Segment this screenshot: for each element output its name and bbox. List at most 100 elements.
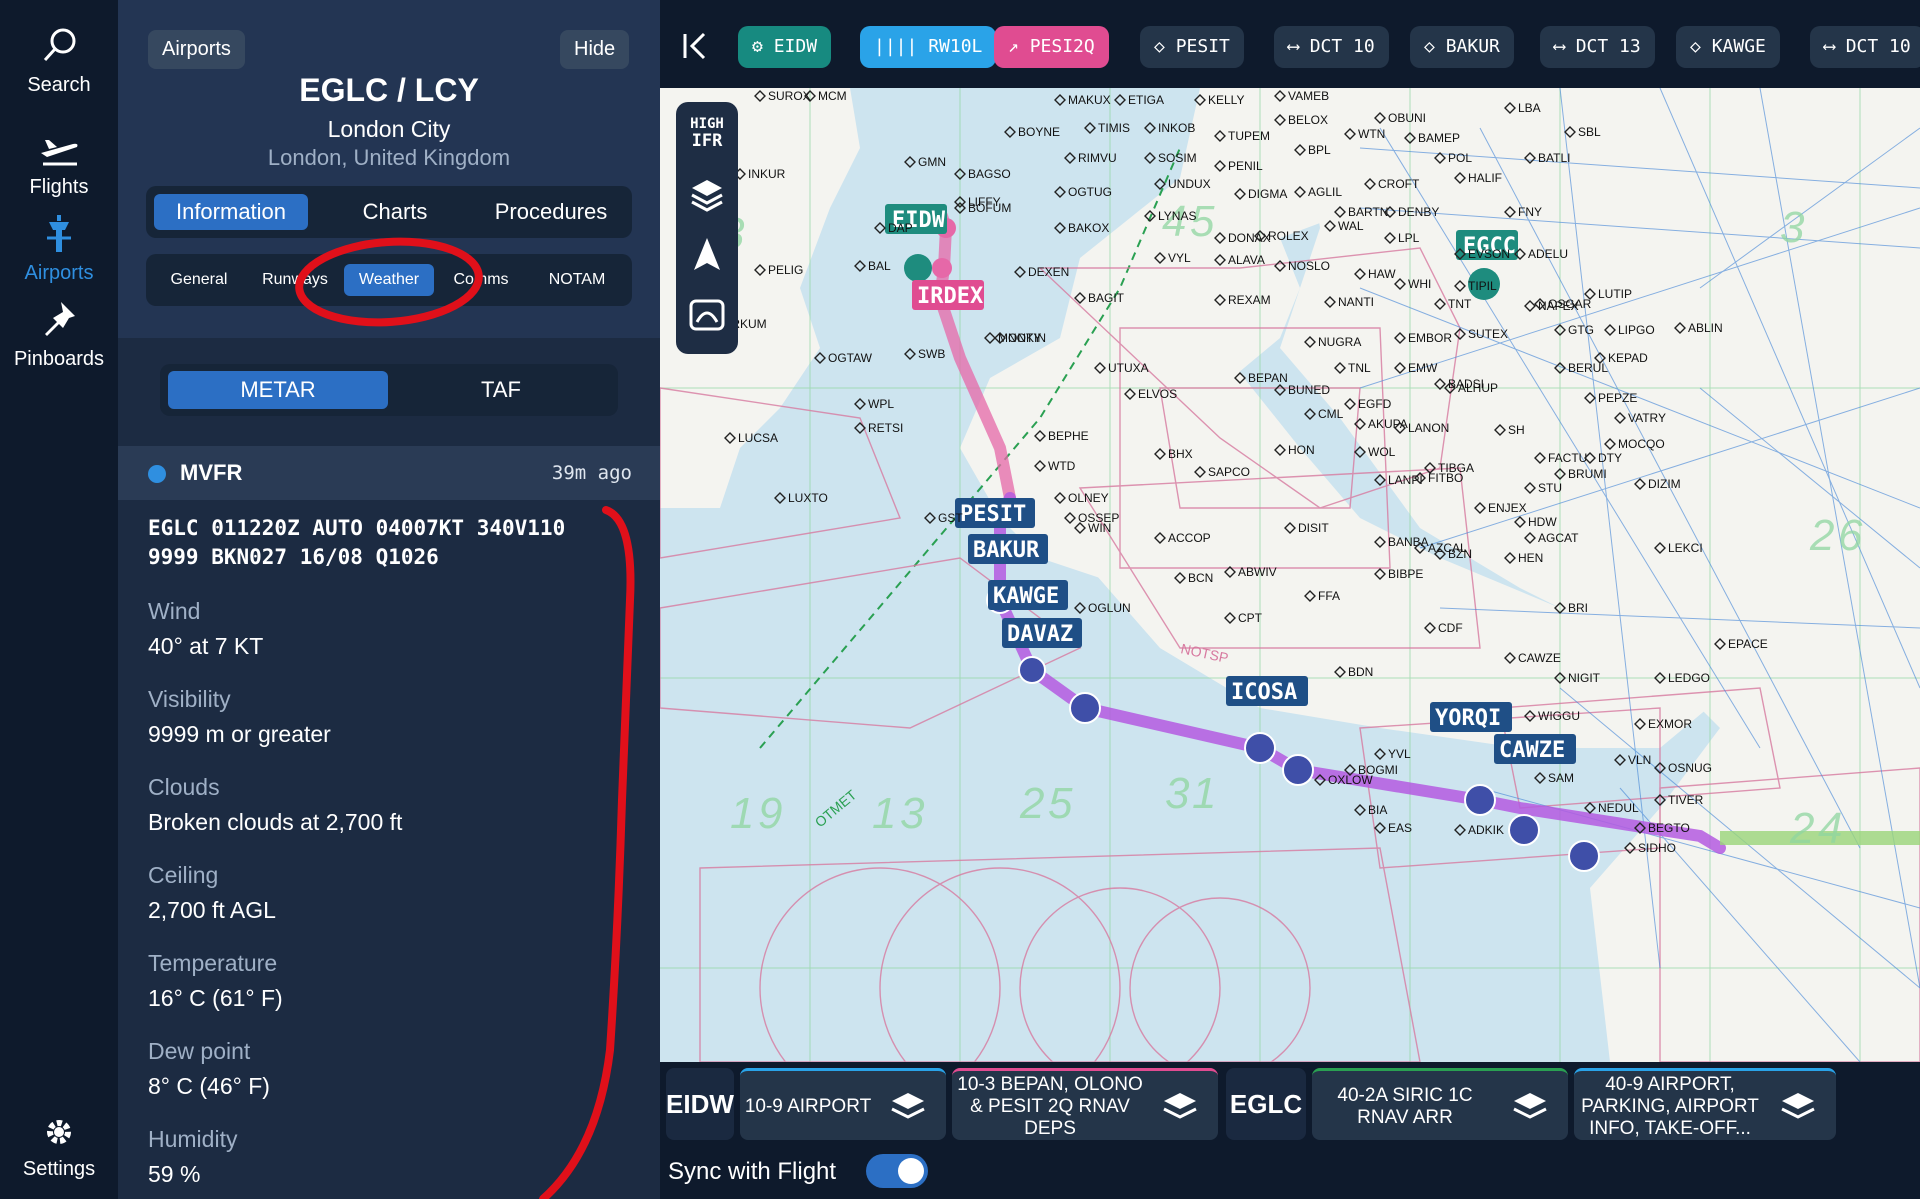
sector-number: 1 (872, 789, 896, 838)
waypoint-label: CPT (1238, 611, 1263, 625)
waypoint-label: BAGSO (968, 167, 1011, 181)
nav-settings-label: Settings (22, 1158, 96, 1180)
waypoint-label: HAW (1368, 267, 1396, 281)
control-tower-icon (47, 215, 71, 252)
nav-flights[interactable]: Flights (0, 126, 118, 199)
waypoint-label: WIGGU (1538, 709, 1580, 723)
direct-icon: ⟷ (1288, 36, 1310, 57)
svg-text:KAWGE: KAWGE (993, 584, 1059, 609)
waypoint-label: BIBPE (1388, 567, 1423, 581)
chart-star[interactable]: 40-2A SIRIC 1C RNAV ARR (1312, 1068, 1568, 1140)
waypoint-label: SWB (918, 347, 945, 361)
waypoint-label: TIVER (1668, 793, 1704, 807)
airport-gear-icon: ⚙ (752, 36, 774, 57)
waypoint-label: YVL (1388, 747, 1411, 761)
waypoint-label: BRI (1568, 601, 1588, 615)
chart-airport-diagram-dep[interactable]: 10-9 AIRPORT (740, 1068, 946, 1140)
sector-number: 6 (1838, 511, 1863, 560)
route-chip-bakur[interactable]: ◇ BAKUR (1410, 26, 1514, 68)
waypoint-label: STU (1538, 481, 1562, 495)
chart-airport-diagram-arr[interactable]: 40-9 AIRPORT, PARKING, AIRPORT INFO, TAK… (1574, 1068, 1836, 1140)
route-label-pesit: PESIT (955, 498, 1035, 528)
waypoint-label: CAWZE (1518, 651, 1561, 665)
route-chip-sid[interactable]: ↗ PESI2Q (994, 26, 1109, 68)
nav-rail: Search Flights Airports Pinboards Settin… (0, 0, 118, 1199)
route-chip-dct-2[interactable]: ⟷ DCT 13 (1540, 26, 1655, 68)
waypoint-label: NOKIN (1008, 331, 1046, 345)
waypoint-label: WOL (1368, 445, 1396, 459)
nav-airports[interactable]: Airports (0, 212, 118, 285)
route-chip-dct-3[interactable]: ⟷ DCT 10 (1810, 26, 1920, 68)
waypoint-label: BOYNE (1018, 125, 1060, 139)
waypoint-label: BOGMI (1358, 763, 1398, 777)
chart-drawing: EIDW EGCC IRDEX PESIT BAKUR KAWGE DAVAZ … (660, 88, 1920, 1062)
waypoint-label: ABLIN (1688, 321, 1723, 335)
waypoint-label: SH (1508, 423, 1525, 437)
waypoint-label: AGLIL (1308, 185, 1342, 199)
svg-text:BAKUR: BAKUR (973, 538, 1040, 563)
route-fix (1282, 754, 1314, 786)
waypoint-label: ADKIK (1468, 823, 1504, 837)
waypoint-label: FITBO (1428, 471, 1463, 485)
route-bar: ⚙ EIDW |||| RW10L ↗ PESI2Q ◇ PESIT ⟷ DCT… (660, 0, 1920, 88)
waypoint-label: BELOX (1288, 113, 1328, 127)
waypoint-label: MCM (818, 89, 847, 103)
waypoint-label: SAM (1548, 771, 1574, 785)
layers-button[interactable] (682, 170, 732, 220)
annotation-overlay (295, 237, 635, 1199)
collapse-panel-icon[interactable] (680, 30, 712, 62)
waypoint-label: TNL (1348, 361, 1371, 375)
runway-icon: |||| (874, 36, 929, 57)
waypoint-label: NIGIT (1568, 671, 1601, 685)
sync-with-flight-toggle[interactable] (866, 1154, 928, 1188)
chart-stack-icon (1781, 1093, 1815, 1119)
waypoint-label: SAPCO (1208, 465, 1250, 479)
enroute-chart[interactable]: EIDW EGCC IRDEX PESIT BAKUR KAWGE DAVAZ … (660, 88, 1920, 1062)
north-up-button[interactable] (682, 230, 732, 280)
nav-settings[interactable]: Settings (0, 1112, 118, 1181)
route-chip-kawge[interactable]: ◇ KAWGE (1676, 26, 1780, 68)
waypoint-label: POL (1448, 151, 1472, 165)
sector-number: 5 (1048, 779, 1073, 828)
waypoint-label: LUCSA (738, 431, 778, 445)
chart-stack-icon (1513, 1093, 1547, 1119)
route-chip-eidw[interactable]: ⚙ EIDW (738, 26, 832, 68)
route-chip-pesit[interactable]: ◇ PESIT (1140, 26, 1244, 68)
waypoint-icon: ◇ (1154, 36, 1176, 57)
waypoint-label: INKOB (1158, 121, 1195, 135)
route-fix (1508, 814, 1540, 846)
waypoint-label: AKUPA (1368, 417, 1408, 431)
route-chip-runway[interactable]: |||| RW10L (860, 26, 997, 68)
route-fix (1568, 840, 1600, 872)
waypoint-label: DENBY (1398, 205, 1439, 219)
map-tools: HIGH IFR (676, 102, 738, 354)
waypoint-label: ELVOS (1138, 387, 1177, 401)
waypoint-label: FNY (1518, 205, 1542, 219)
track-button[interactable] (682, 290, 732, 340)
waypoint-label: LUTIP (1598, 287, 1632, 301)
navigation-arrow-icon (694, 238, 720, 270)
svg-text:YORQI: YORQI (1435, 706, 1501, 731)
waypoint-label: EVSON (1468, 247, 1510, 261)
annotation-circle (295, 237, 483, 327)
route-chip-dct-1[interactable]: ⟷ DCT 10 (1274, 26, 1389, 68)
route-fix (1464, 784, 1496, 816)
route-label-irdex: IRDEX (912, 280, 984, 310)
chart-sid[interactable]: 10-3 BEPAN, OLONO & PESIT 2Q RNAV DEPS (952, 1068, 1218, 1140)
airport-eidw-icon (904, 254, 932, 282)
waypoint-icon: ◇ (1424, 36, 1446, 57)
map-area: ⚙ EIDW |||| RW10L ↗ PESI2Q ◇ PESIT ⟷ DCT… (660, 0, 1920, 1199)
waypoint-label: CDF (1438, 621, 1463, 635)
sector-number: 2 (1809, 511, 1834, 560)
nav-search[interactable]: Search (0, 24, 118, 97)
pin-icon (45, 302, 75, 336)
route-label-bakur: BAKUR (968, 534, 1048, 564)
waypoint-label: BAGIT (1088, 291, 1125, 305)
waypoint-label: WTN (1358, 127, 1385, 141)
svg-text:ICOSA: ICOSA (1231, 680, 1297, 705)
waypoint-label: OSGAR (1548, 297, 1592, 311)
waypoint-label: DISIT (1298, 521, 1329, 535)
nav-pinboards[interactable]: Pinboards (0, 298, 118, 371)
waypoint-label: SIDHO (1638, 841, 1676, 855)
chart-mode-button[interactable]: HIGH IFR (682, 108, 732, 158)
